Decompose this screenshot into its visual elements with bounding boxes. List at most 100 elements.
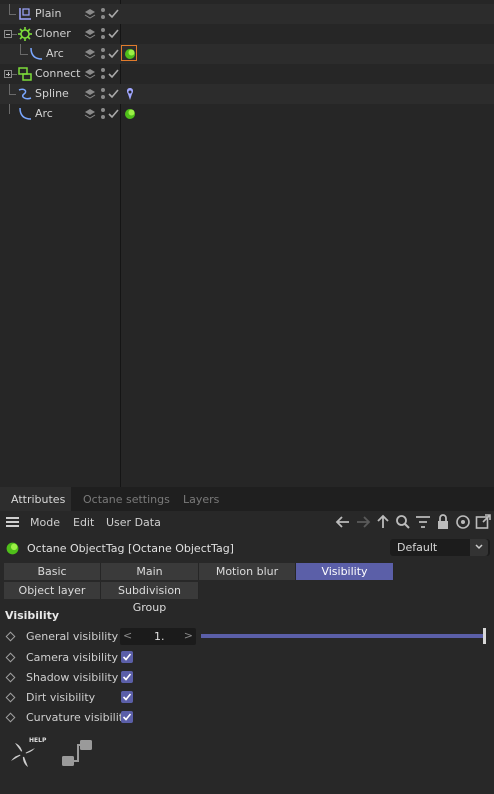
visibility-dots-icon[interactable] <box>100 8 106 20</box>
visibility-dots-icon[interactable] <box>100 88 106 100</box>
preset-dropdown[interactable]: Default <box>390 539 490 556</box>
curvature-visibility-checkbox[interactable] <box>121 711 133 723</box>
dirt-visibility-checkbox[interactable] <box>121 691 133 703</box>
section-title: Visibility <box>5 609 60 622</box>
tree-line <box>9 14 16 15</box>
visibility-dots-icon[interactable] <box>100 68 106 80</box>
object-header-row: Octane ObjectTag [Octane ObjectTag] Defa… <box>0 537 494 559</box>
filter-icon[interactable] <box>415 514 431 530</box>
layer-icon[interactable] <box>84 48 96 60</box>
tree-line <box>9 94 16 95</box>
layer-icon[interactable] <box>84 28 96 40</box>
checkmark-icon <box>122 713 132 721</box>
search-icon[interactable] <box>395 514 411 530</box>
back-arrow-icon[interactable] <box>335 514 351 530</box>
param-tab-subdivision-group[interactable]: Subdivision Group <box>101 582 199 614</box>
param-label: Shadow visibility <box>26 671 119 684</box>
lock-icon[interactable] <box>435 514 451 530</box>
octane-object-tag-icon[interactable] <box>123 107 137 121</box>
expand-expander[interactable] <box>4 70 12 78</box>
enabled-check-icon[interactable] <box>108 8 119 20</box>
object-name: Arc <box>35 107 53 120</box>
param-label: Dirt visibility <box>26 691 96 704</box>
keyframe-diamond-icon[interactable] <box>5 672 16 683</box>
arc-spline-icon <box>19 107 32 120</box>
param-tab-object-layer[interactable]: Object layer <box>4 582 101 599</box>
keyframe-diamond-icon[interactable] <box>5 631 16 642</box>
dropdown-arrow[interactable] <box>470 539 488 556</box>
param-label: Curvature visibility <box>26 711 130 724</box>
tree-line <box>20 54 28 55</box>
object-row-cloner[interactable]: Cloner <box>0 24 494 44</box>
increment-arrow[interactable]: > <box>184 629 193 642</box>
enabled-check-icon[interactable] <box>108 48 119 60</box>
visibility-dots-icon[interactable] <box>100 108 106 120</box>
tree-line <box>9 84 10 94</box>
object-row-arc-child[interactable]: Arc <box>0 44 494 64</box>
visibility-dots-icon[interactable] <box>100 48 106 60</box>
enabled-check-icon[interactable] <box>108 108 119 120</box>
enabled-check-icon[interactable] <box>108 88 119 100</box>
shadow-visibility-checkbox[interactable] <box>121 671 133 683</box>
keyframe-diamond-icon[interactable] <box>5 692 16 703</box>
general-visibility-value[interactable]: 1. <box>154 630 165 643</box>
visibility-dots-icon[interactable] <box>100 28 106 40</box>
tab-attributes[interactable]: Attributes <box>11 493 65 506</box>
layer-icon[interactable] <box>84 68 96 80</box>
hamburger-menu-icon[interactable] <box>6 517 19 527</box>
connect-icon <box>18 67 32 81</box>
object-row-arc[interactable]: Arc <box>0 104 494 124</box>
layer-icon[interactable] <box>84 108 96 120</box>
menu-mode[interactable]: Mode <box>30 516 60 529</box>
tree-line <box>20 44 21 54</box>
keyframe-diamond-icon[interactable] <box>5 712 16 723</box>
spline-icon <box>18 88 32 100</box>
node-editor-icon[interactable] <box>60 739 94 769</box>
tree-line <box>9 4 10 14</box>
param-tab-basic[interactable]: Basic <box>4 563 101 580</box>
octane-help-button[interactable]: HELP <box>8 737 48 771</box>
collapse-expander[interactable] <box>4 30 12 38</box>
param-label: General visibility <box>26 630 119 643</box>
menu-edit[interactable]: Edit <box>73 516 94 529</box>
object-name: Arc <box>46 47 64 60</box>
general-visibility-slider[interactable] <box>201 634 485 638</box>
tree-line <box>12 74 17 75</box>
param-tab-visibility[interactable]: Visibility <box>296 563 394 580</box>
enabled-check-icon[interactable] <box>108 28 119 40</box>
object-manager: Plain Cloner Arc Connect Spline Arc <box>0 0 494 487</box>
octane-tag-icon[interactable] <box>123 87 137 101</box>
param-shadow-visibility: Shadow visibility <box>0 668 494 688</box>
layer-icon[interactable] <box>84 88 96 100</box>
new-window-icon[interactable] <box>475 514 491 530</box>
object-row-connect[interactable]: Connect <box>0 64 494 84</box>
enabled-check-icon[interactable] <box>108 68 119 80</box>
help-badge: HELP <box>29 737 47 744</box>
object-row-spline[interactable]: Spline <box>0 84 494 104</box>
tab-layers[interactable]: Layers <box>183 493 219 506</box>
layer-icon[interactable] <box>84 8 96 20</box>
slider-handle[interactable] <box>483 628 486 644</box>
tab-octane-settings[interactable]: Octane settings <box>83 493 170 506</box>
param-tab-main[interactable]: Main <box>101 563 199 580</box>
up-arrow-icon[interactable] <box>375 514 391 530</box>
attribute-manager: Attributes Octane settings Layers Mode E… <box>0 487 494 794</box>
checkmark-icon <box>122 653 132 661</box>
forward-arrow-icon[interactable] <box>355 514 371 530</box>
panel-tab-bar: Attributes Octane settings Layers <box>0 487 494 511</box>
keyframe-diamond-icon[interactable] <box>5 652 16 663</box>
plain-null-icon <box>19 8 31 20</box>
general-visibility-input[interactable]: < 1. > <box>120 628 196 645</box>
param-curvature-visibility: Curvature visibility <box>0 708 494 728</box>
camera-visibility-checkbox[interactable] <box>121 651 133 663</box>
param-general-visibility: General visibility < 1. > <box>0 627 494 647</box>
param-tab-motion-blur[interactable]: Motion blur <box>199 563 296 580</box>
object-row-plain[interactable]: Plain <box>0 4 494 24</box>
menu-user-data[interactable]: User Data <box>106 516 161 529</box>
menu-bar: Mode Edit User Data <box>0 511 494 533</box>
octane-object-tag-icon[interactable] <box>123 47 137 61</box>
octane-object-tag-icon <box>6 542 19 555</box>
decrement-arrow[interactable]: < <box>123 629 132 642</box>
target-icon[interactable] <box>455 514 471 530</box>
preset-dropdown-value: Default <box>397 541 438 554</box>
